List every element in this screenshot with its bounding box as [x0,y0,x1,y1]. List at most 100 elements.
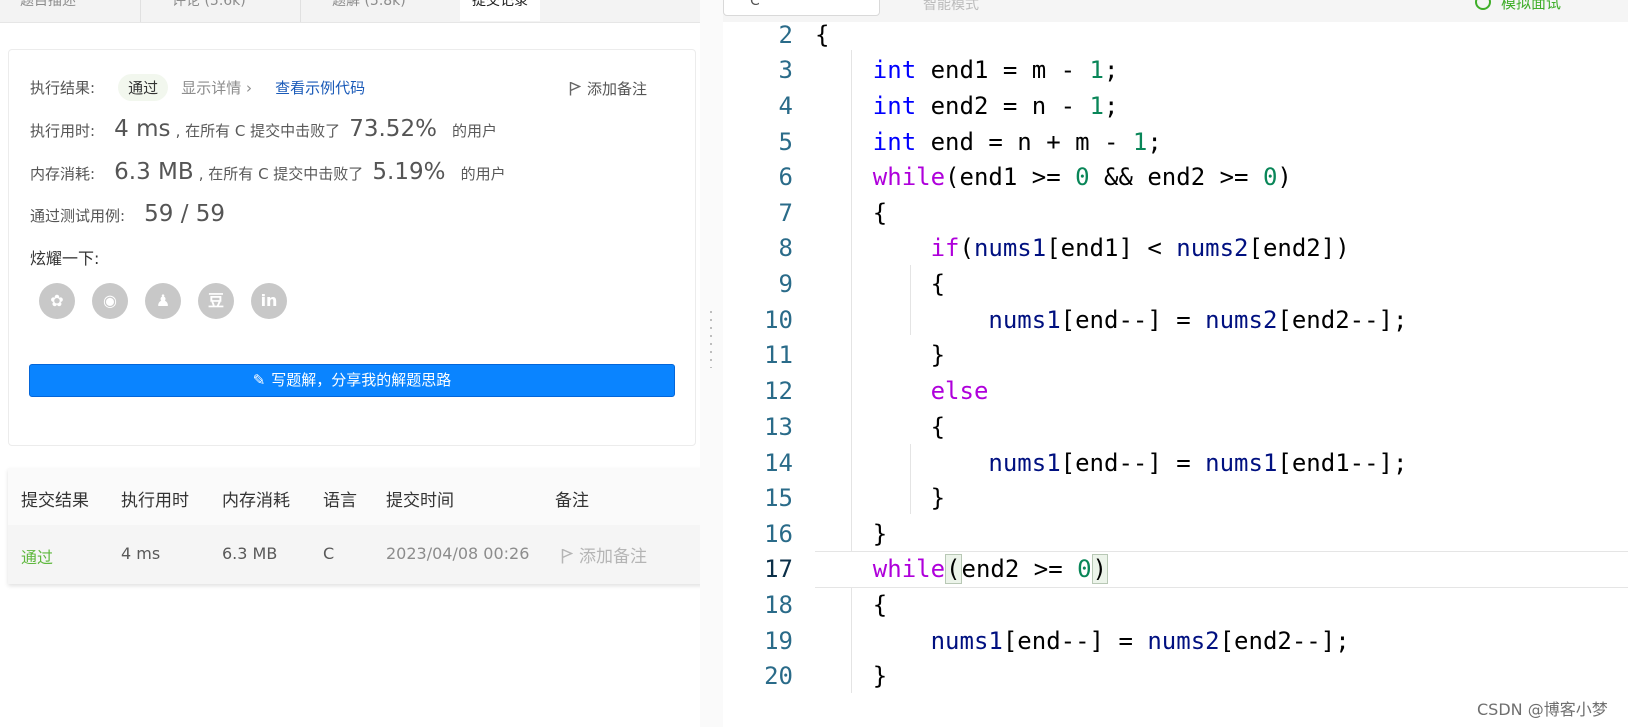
runtime-description: , 在所有 C 提交中击败了 [175,122,341,140]
runtime-value: 4 ms [114,116,171,142]
tab-description[interactable]: 题目描述 [20,0,76,21]
header-time: 提交时间 [386,491,454,511]
code-line: 19 nums1[end--] = nums2[end2--]; [723,623,1628,660]
row-time: 2023/04/08 00:26 [386,544,530,563]
line-number: 12 [764,377,793,405]
code-text: { [815,413,946,441]
table-header: 提交结果 执行用时 内存消耗 语言 提交时间 备注 [8,468,708,525]
linkedin-icon[interactable]: in [251,283,287,319]
row-language: C [323,544,335,563]
code-line: 4 int end2 = n - 1; [723,88,1628,125]
code-editor[interactable]: C 智能模式 模拟面试 2 { 3 int end1 = m - 1; 4 in… [723,0,1628,727]
mock-interview-label: 模拟面试 [1501,0,1562,12]
language-select[interactable]: C [723,0,880,16]
pencil-icon: ✎ [252,371,266,389]
row-add-note-label: 添加备注 [579,547,647,567]
submissions-table: 提交结果 执行用时 内存消耗 语言 提交时间 备注 通过 4 ms 6.3 MB… [8,468,708,584]
tab-submissions[interactable]: 提交记录 [460,0,540,21]
line-number: 18 [764,591,793,619]
code-text: if(nums1[end1] < nums2[end2]) [930,234,1350,262]
code-text: nums1[end--] = nums2[end2--]; [988,306,1408,334]
line-number: 15 [764,484,793,512]
code-text: { [815,21,830,49]
code-line: 16 } [723,516,1628,553]
code-line: 18 { [723,587,1628,624]
douban-icon[interactable]: 豆 [198,283,234,319]
code-text: { [815,270,946,298]
runtime-percent: 73.52% [349,116,437,142]
table-row[interactable]: 通过 4 ms 6.3 MB C 2023/04/08 00:26 添加备注 [8,525,708,584]
tab-divider [300,0,301,22]
write-solution-label: 写题解，分享我的解题思路 [271,371,452,389]
code-line: 14 nums1[end--] = nums1[end1--]; [723,445,1628,482]
line-number: 19 [764,627,793,655]
code-line: 13 { [723,409,1628,446]
show-details-link[interactable]: 显示详情 › [181,79,252,97]
line-number: 5 [778,128,793,156]
memory-value: 6.3 MB [114,159,194,185]
row-runtime: 4 ms [121,544,161,563]
line-number: 20 [764,662,793,690]
line-number: 10 [764,306,793,334]
status-badge: 通过 [118,74,169,101]
tab-comments[interactable]: 评论 (5.6k) [172,0,246,21]
line-number: 4 [778,92,793,120]
code-text: } [815,484,946,512]
weibo-icon[interactable]: ◉ [92,283,128,319]
add-note-label: 添加备注 [587,80,648,98]
exec-result-row: 执行结果: 通过 显示详情 › 查看示例代码 [30,74,365,101]
smart-mode-toggle[interactable]: 智能模式 [923,0,979,14]
memory-percent: 5.19% [372,159,446,185]
line-number: 2 [778,21,793,49]
header-language: 语言 [323,491,357,511]
code-line: 2 { [723,17,1628,54]
code-text: nums1[end--] = nums1[end1--]; [988,449,1408,477]
left-panel: 题目描述 评论 (5.6k) 题解 (5.8k) 提交记录 执行结果: 通过 显… [0,0,708,727]
flag-icon [561,548,574,564]
memory-suffix: 的用户 [460,165,506,183]
header-memory: 内存消耗 [222,491,290,511]
code-line: 5 int end = n + m - 1; [723,124,1628,161]
panel-resize-handle[interactable] [700,0,723,727]
code-line: 20 } [723,658,1628,695]
line-number: 16 [764,520,793,548]
runtime-label: 执行用时: [30,122,96,140]
description-tab-bar: 题目描述 评论 (5.6k) 题解 (5.8k) 提交记录 [0,0,700,23]
code-line: 9 { [723,266,1628,303]
write-solution-button[interactable]: ✎ 写题解，分享我的解题思路 [29,364,675,397]
row-add-note-button[interactable]: 添加备注 [561,542,647,567]
code-line-current: 17 while(end2 >= 0) [723,551,1628,588]
add-note-button[interactable]: 添加备注 [569,78,647,99]
line-number: 11 [764,341,793,369]
watermark: CSDN @博客小梦 [1477,700,1608,719]
code-line: 15 } [723,480,1628,517]
code-text: { [815,591,888,619]
line-number: 17 [764,555,793,583]
code-text: int end2 = n - 1; [872,92,1119,120]
mock-interview-button[interactable]: 模拟面试 [1475,0,1561,13]
header-status: 提交结果 [21,491,89,511]
row-status[interactable]: 通过 [21,544,53,568]
line-number: 7 [778,199,793,227]
qq-icon[interactable]: ♟ [145,283,181,319]
line-number: 8 [778,234,793,262]
code-text: { [815,199,888,227]
timer-icon [1475,0,1491,10]
tab-solutions[interactable]: 题解 (5.8k) [332,0,406,21]
line-number: 6 [778,163,793,191]
memory-description: , 在所有 C 提交中击败了 [198,165,364,183]
code-line: 11 } [723,337,1628,374]
memory-label: 内存消耗: [30,165,96,183]
code-text: nums1[end--] = nums2[end2--]; [930,627,1350,655]
wechat-icon[interactable]: ✿ [39,283,75,319]
runtime-row: 执行用时: 4 ms , 在所有 C 提交中击败了 73.52% 的用户 [30,116,497,142]
drag-handle-icon [710,308,712,368]
code-line: 12 else [723,373,1628,410]
line-number: 3 [778,56,793,84]
language-value: C [750,0,760,9]
line-number: 9 [778,270,793,298]
line-number: 13 [764,413,793,441]
code-text: } [815,341,946,369]
testcases-label: 通过测试用例: [30,207,126,225]
view-sample-code-link[interactable]: 查看示例代码 [275,79,365,97]
